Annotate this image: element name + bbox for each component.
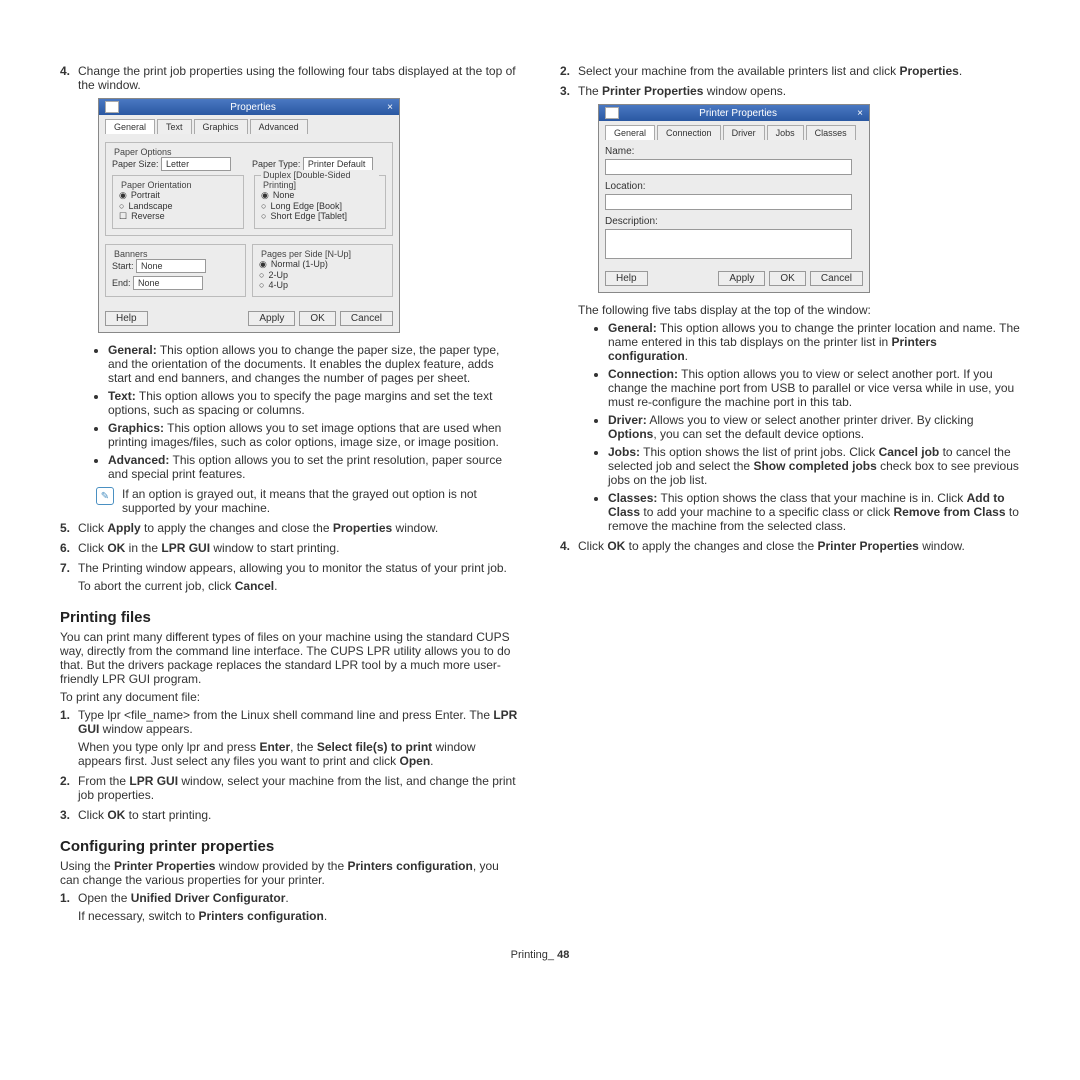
banner-start-select[interactable]: None	[136, 259, 206, 273]
r-step-2: 2.Select your machine from the available…	[578, 64, 1020, 78]
pages-legend: Pages per Side [N-Up]	[259, 249, 353, 259]
paper-options-group: Paper Options Paper Size: Letter Paper T…	[105, 142, 393, 236]
note-text: If an option is grayed out, it means tha…	[122, 487, 520, 515]
radio-nup-4[interactable]: ○4-Up	[259, 280, 386, 290]
bullet-graphics: Graphics: This option allows you to set …	[108, 421, 520, 449]
bullet-advanced: Advanced: This option allows you to set …	[108, 453, 520, 481]
config-text: Using the Printer Properties window prov…	[60, 859, 520, 887]
ok-button[interactable]: OK	[299, 311, 335, 326]
pp-help-button[interactable]: Help	[605, 271, 648, 286]
window-icon	[105, 101, 119, 113]
paper-size-select[interactable]: Letter	[161, 157, 231, 171]
description-label: Description:	[605, 216, 863, 227]
step-7: 7.The Printing window appears, allowing …	[78, 561, 520, 593]
pp-titlebar: Printer Properties ×	[599, 105, 869, 121]
bullet-text: Text: This option allows you to specify …	[108, 389, 520, 417]
r-bullet-connection: Connection: This option allows you to vi…	[608, 367, 1020, 409]
radio-nup-2[interactable]: ○2-Up	[259, 270, 386, 280]
close-icon[interactable]: ×	[857, 108, 863, 119]
dialog-titlebar: Properties ×	[99, 99, 399, 115]
radio-duplex-none[interactable]: ◉None	[261, 190, 379, 201]
tab-advanced[interactable]: Advanced	[250, 119, 308, 134]
tab-text[interactable]: Text	[157, 119, 192, 134]
r-bullet-general: General: This option allows you to chang…	[608, 321, 1020, 363]
dialog-title: Properties	[230, 102, 276, 113]
r-step-3: 3.The Printer Properties window opens. P…	[578, 84, 1020, 533]
pp-cancel-button[interactable]: Cancel	[810, 271, 863, 286]
pf-step-2: 2.From the LPR GUI window, select your m…	[78, 774, 520, 802]
pf-step-3: 3.Click OK to start printing.	[78, 808, 520, 822]
window-icon	[605, 107, 619, 119]
pf-step-1: 1.Type lpr <file_name> from the Linux sh…	[78, 708, 520, 768]
banner-start-label: Start:	[112, 261, 134, 271]
r-step-4: 4.Click OK to apply the changes and clos…	[578, 539, 1020, 553]
radio-portrait[interactable]: ◉Portrait	[119, 190, 237, 201]
right-column: 2.Select your machine from the available…	[560, 60, 1020, 929]
help-button[interactable]: Help	[105, 311, 148, 326]
duplex-legend: Duplex [Double-Sided Printing]	[261, 170, 379, 190]
banner-end-select[interactable]: None	[133, 276, 203, 290]
orientation-legend: Paper Orientation	[119, 180, 194, 190]
pp-tab-classes[interactable]: Classes	[806, 125, 856, 140]
printing-files-text2: To print any document file:	[60, 690, 520, 704]
step-4-text: Change the print job properties using th…	[78, 64, 516, 92]
pp-tab-driver[interactable]: Driver	[723, 125, 765, 140]
config-heading: Configuring printer properties	[60, 838, 520, 855]
step-4: 4.Change the print job properties using …	[78, 64, 520, 515]
apply-button[interactable]: Apply	[248, 311, 295, 326]
pp-ok-button[interactable]: OK	[769, 271, 805, 286]
paper-options-legend: Paper Options	[112, 147, 174, 157]
radio-duplex-short[interactable]: ○Short Edge [Tablet]	[261, 211, 379, 221]
printing-files-heading: Printing files	[60, 609, 520, 626]
location-input[interactable]	[605, 194, 852, 210]
step-5: 5.Click Apply to apply the changes and c…	[78, 521, 520, 535]
paper-type-select[interactable]: Printer Default	[303, 157, 373, 171]
cancel-button[interactable]: Cancel	[340, 311, 393, 326]
r-bullet-classes: Classes: This option shows the class tha…	[608, 491, 1020, 533]
left-column: 4.Change the print job properties using …	[60, 60, 520, 929]
radio-nup-1[interactable]: ◉Normal (1-Up)	[259, 259, 386, 270]
check-reverse[interactable]: ☐Reverse	[119, 211, 237, 222]
radio-duplex-long[interactable]: ○Long Edge [Book]	[261, 201, 379, 211]
pp-apply-button[interactable]: Apply	[718, 271, 765, 286]
close-icon[interactable]: ×	[387, 102, 393, 113]
note-box: ✎ If an option is grayed out, it means t…	[96, 487, 520, 515]
pp-tabs: General Connection Driver Jobs Classes	[599, 121, 869, 140]
pp-tab-general[interactable]: General	[605, 125, 655, 140]
tabs-intro: The following five tabs display at the t…	[578, 303, 1020, 317]
dialog-tabs: General Text Graphics Advanced	[99, 115, 399, 134]
printer-properties-dialog: Printer Properties × General Connection …	[598, 104, 870, 293]
printing-files-text: You can print many different types of fi…	[60, 630, 520, 686]
tab-graphics[interactable]: Graphics	[194, 119, 248, 134]
step-6: 6.Click OK in the LPR GUI window to star…	[78, 541, 520, 555]
r-bullet-driver: Driver: Allows you to view or select ano…	[608, 413, 1020, 441]
paper-type-label: Paper Type:	[252, 159, 300, 169]
cfg-step-1: 1.Open the Unified Driver Configurator. …	[78, 891, 520, 923]
radio-landscape[interactable]: ○Landscape	[119, 201, 237, 211]
name-input[interactable]	[605, 159, 852, 175]
pp-tab-jobs[interactable]: Jobs	[767, 125, 804, 140]
description-input[interactable]	[605, 229, 852, 259]
tab-general[interactable]: General	[105, 119, 155, 134]
banners-legend: Banners	[112, 249, 150, 259]
pp-tab-connection[interactable]: Connection	[657, 125, 721, 140]
r-bullet-jobs: Jobs: This option shows the list of prin…	[608, 445, 1020, 487]
bullet-general: General: This option allows you to chang…	[108, 343, 520, 385]
page-footer: Printing_ 48	[60, 949, 1020, 961]
properties-dialog: Properties × General Text Graphics Advan…	[98, 98, 400, 333]
pp-title: Printer Properties	[699, 108, 777, 119]
note-icon: ✎	[96, 487, 114, 505]
paper-size-label: Paper Size:	[112, 159, 159, 169]
location-label: Location:	[605, 181, 863, 192]
banner-end-label: End:	[112, 278, 131, 288]
name-label: Name:	[605, 146, 863, 157]
